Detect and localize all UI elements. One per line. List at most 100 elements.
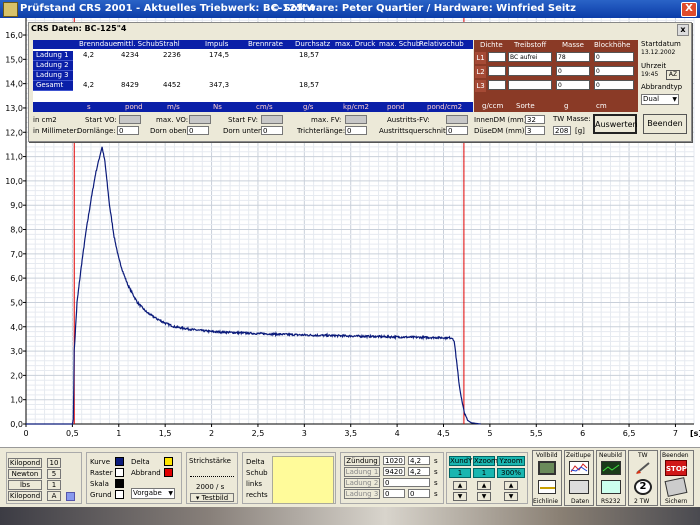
dorn-oben-field[interactable]: 0	[187, 126, 209, 135]
masse-field[interactable]: 0	[556, 80, 590, 90]
xundy-value[interactable]: 1	[449, 468, 471, 478]
vorgabe-select[interactable]: Vorgabe ▼	[131, 488, 175, 499]
kilopond-active-button[interactable]: Kilopond	[8, 491, 42, 501]
delta-values-field[interactable]	[272, 456, 334, 504]
duese-dm-field[interactable]: 3	[525, 126, 545, 135]
dialog-close-button[interactable]: x	[677, 24, 689, 36]
daten-label: Daten	[571, 498, 590, 505]
blockhoehe-field[interactable]: 0	[594, 52, 634, 62]
max-vo-field[interactable]	[189, 115, 211, 124]
close-window-button[interactable]: X	[681, 2, 697, 17]
dichte-field[interactable]	[488, 66, 506, 76]
abbrandtyp-select[interactable]: Dual ▼	[641, 94, 679, 105]
arrow-down-icon[interactable]: ▼	[453, 492, 467, 501]
treibstoff-field[interactable]: BC aufrei	[508, 52, 552, 62]
row-label-button[interactable]: Ladung 2	[33, 61, 73, 71]
lbs-button[interactable]: lbs	[8, 480, 42, 490]
dornlaenge-field[interactable]: 0	[117, 126, 139, 135]
max-fv-field[interactable]	[345, 115, 367, 124]
masse-field[interactable]: 0	[556, 66, 590, 76]
masse-field[interactable]: 78	[556, 52, 590, 62]
austritts-fv-field[interactable]	[446, 115, 468, 124]
arrow-down-icon[interactable]: ▼	[504, 492, 518, 501]
grund-color[interactable]	[115, 490, 124, 499]
monitor-icon[interactable]	[538, 461, 556, 475]
raster-color[interactable]	[115, 468, 124, 477]
stop-icon[interactable]: STOP	[665, 460, 687, 476]
scale-1-button[interactable]: 1	[47, 480, 61, 490]
testbild-button[interactable]: ▾ Testbild	[190, 493, 234, 502]
dialog-title-bar: CRS Daten: BC-125"4 x	[29, 23, 691, 36]
az-button[interactable]: AZ	[666, 70, 680, 80]
ladung-1-value-1[interactable]: 9420	[383, 467, 405, 476]
dichte-field[interactable]	[488, 52, 506, 62]
xzoom-value[interactable]: 1	[473, 468, 495, 478]
eichlinie-icon[interactable]	[538, 480, 556, 494]
zuendung-button[interactable]: Zündung	[344, 456, 380, 466]
rs232-icon[interactable]	[601, 480, 621, 494]
kurve-color[interactable]	[115, 457, 124, 466]
crs-data-dialog: CRS Daten: BC-125"4 x Brenndauer mittl. S…	[28, 22, 692, 142]
two-tw-icon[interactable]: 2	[634, 479, 652, 495]
row-label-button[interactable]: Ladung 3	[33, 71, 73, 81]
blockhoehe-field[interactable]: 0	[594, 66, 634, 76]
ladung-3-value-2[interactable]: 0	[408, 489, 430, 498]
zeitlupe-icon[interactable]	[569, 461, 589, 475]
innen-dm-field[interactable]: 32	[525, 115, 545, 124]
auswerten-button[interactable]: Auswerten	[593, 114, 638, 134]
dorn-unten-field[interactable]: 0	[261, 126, 283, 135]
x-tick-label: 2	[209, 429, 214, 438]
ladung-1-value-2[interactable]: 4,2	[408, 467, 430, 476]
fuel-unit: g	[564, 102, 569, 110]
beenden-dialog-button[interactable]: Beenden	[643, 114, 687, 134]
arrow-up-icon[interactable]: ▲	[453, 481, 467, 490]
ladung-2-value[interactable]: 0	[383, 478, 430, 487]
yzoom-button[interactable]: Yzoom	[497, 456, 525, 466]
line-width-slider[interactable]	[190, 470, 234, 477]
arrow-down-icon[interactable]: ▼	[477, 492, 491, 501]
delta-color[interactable]	[164, 457, 173, 466]
fuel-row-label: L1	[475, 52, 486, 64]
row-label-button[interactable]: Ladung 1	[33, 51, 73, 61]
y-tick-label: 12,0	[5, 128, 23, 137]
treibstoff-field[interactable]	[508, 66, 552, 76]
yzoom-value[interactable]: 300%	[497, 468, 525, 478]
start-vo-field[interactable]	[119, 115, 141, 124]
ladung-1-unit: s	[434, 468, 438, 476]
x-unit-label: [s]	[690, 429, 700, 438]
delta-label: Delta	[246, 458, 265, 466]
austrittsquerschnitt-field[interactable]: 0	[446, 126, 468, 135]
arrow-up-icon[interactable]: ▲	[504, 481, 518, 490]
dichte-field[interactable]	[488, 80, 506, 90]
vollbild-label: Vollbild	[536, 452, 558, 459]
treibstoff-field[interactable]	[508, 80, 552, 90]
ladung-2-button[interactable]: Ladung 2	[344, 478, 380, 488]
xzoom-button[interactable]: Xzoom	[473, 456, 498, 466]
testbild-label: Testbild	[201, 494, 229, 502]
scale-auto-button[interactable]: A	[47, 491, 61, 501]
rocket-icon[interactable]	[634, 461, 652, 475]
kilopond-button[interactable]: Kilopond	[8, 458, 42, 468]
in-mm-label: in Millimeter:	[33, 127, 79, 135]
neubild-icon[interactable]	[601, 461, 621, 475]
bottom-toolbar: Kilopond Newton lbs Kilopond 10 5 1 A Ku…	[0, 447, 700, 508]
newton-button[interactable]: Newton	[8, 469, 42, 479]
trichterlaenge-field[interactable]: 0	[345, 126, 367, 135]
arrow-up-icon[interactable]: ▲	[477, 481, 491, 490]
blockhoehe-field[interactable]: 0	[594, 80, 634, 90]
row-label-button[interactable]: Gesamt	[33, 81, 73, 91]
abbrand-color[interactable]	[164, 468, 173, 477]
ladung-1-button[interactable]: Ladung 1	[344, 467, 380, 477]
skala-color[interactable]	[115, 479, 124, 488]
ladung-3-value-1[interactable]: 0	[383, 489, 405, 498]
ladung-3-button[interactable]: Ladung 3	[344, 489, 380, 499]
tw-masse-field[interactable]: 208	[553, 126, 571, 135]
xundy-button[interactable]: XundY	[449, 456, 472, 466]
unit-color-swatch[interactable]	[66, 492, 75, 501]
zuendung-value-2[interactable]: 4,2	[408, 456, 430, 465]
scale-10-button[interactable]: 10	[47, 458, 61, 468]
scale-5-button[interactable]: 5	[47, 469, 61, 479]
start-fv-field[interactable]	[261, 115, 283, 124]
zuendung-value-1[interactable]: 1020	[383, 456, 405, 465]
calculator-icon[interactable]	[569, 480, 589, 494]
